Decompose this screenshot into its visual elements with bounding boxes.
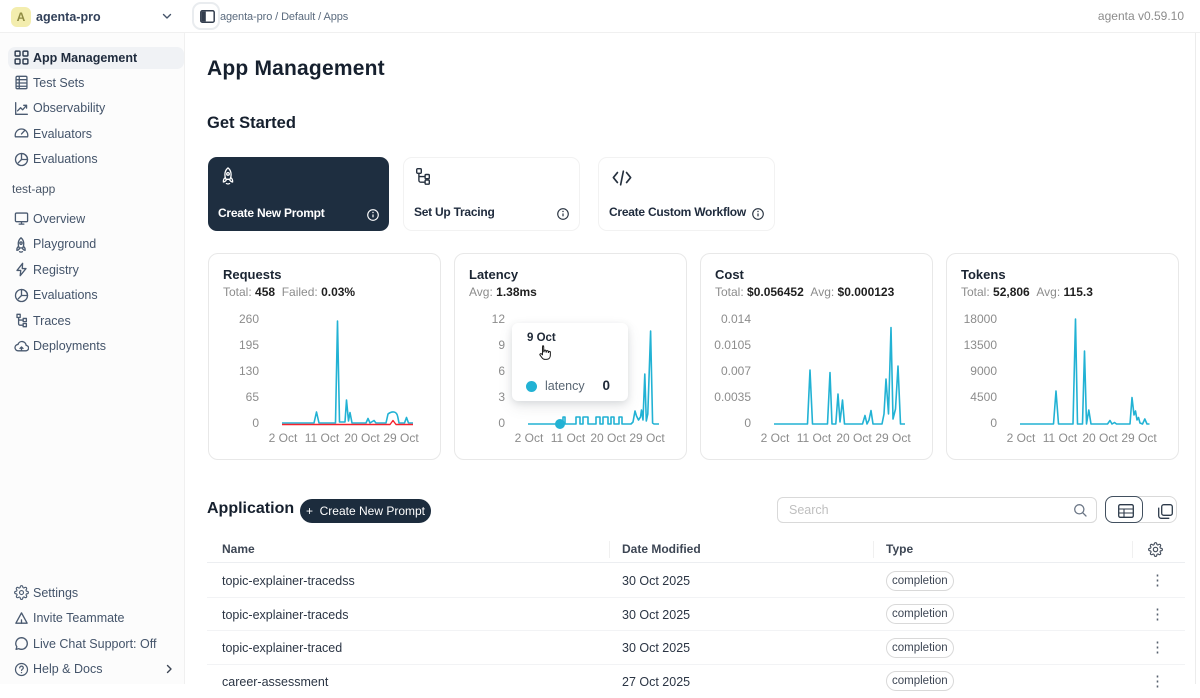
svg-text:3: 3: [498, 390, 505, 404]
svg-text:20 Oct: 20 Oct: [590, 431, 626, 445]
svg-text:20 Oct: 20 Oct: [836, 431, 872, 445]
svg-text:29 Oct: 29 Oct: [629, 431, 665, 445]
svg-text:29 Oct: 29 Oct: [1121, 431, 1157, 445]
svg-text:20 Oct: 20 Oct: [344, 431, 380, 445]
svg-text:4500: 4500: [970, 390, 997, 404]
svg-text:2 Oct: 2 Oct: [1007, 431, 1036, 445]
svg-text:130: 130: [239, 364, 259, 378]
svg-text:0.0105: 0.0105: [714, 338, 751, 352]
svg-text:0: 0: [990, 416, 997, 430]
svg-text:11 Oct: 11 Oct: [797, 431, 832, 445]
svg-text:9000: 9000: [970, 364, 997, 378]
svg-text:0: 0: [252, 416, 259, 430]
svg-text:9: 9: [498, 338, 505, 352]
svg-text:2 Oct: 2 Oct: [761, 431, 790, 445]
svg-text:11 Oct: 11 Oct: [1043, 431, 1078, 445]
svg-text:0.0035: 0.0035: [714, 390, 751, 404]
svg-text:29 Oct: 29 Oct: [875, 431, 911, 445]
svg-text:12: 12: [492, 312, 506, 326]
svg-text:11 Oct: 11 Oct: [551, 431, 586, 445]
svg-text:65: 65: [246, 390, 260, 404]
svg-text:6: 6: [498, 364, 505, 378]
svg-text:2 Oct: 2 Oct: [515, 431, 544, 445]
svg-text:2 Oct: 2 Oct: [269, 431, 298, 445]
svg-text:13500: 13500: [964, 338, 998, 352]
svg-text:195: 195: [239, 338, 259, 352]
svg-text:18000: 18000: [964, 312, 998, 326]
svg-text:0.014: 0.014: [721, 312, 751, 326]
svg-text:20 Oct: 20 Oct: [1082, 431, 1118, 445]
svg-text:0: 0: [498, 416, 505, 430]
svg-text:29 Oct: 29 Oct: [383, 431, 419, 445]
svg-text:11 Oct: 11 Oct: [305, 431, 340, 445]
svg-text:0.007: 0.007: [721, 364, 751, 378]
svg-text:0: 0: [744, 416, 751, 430]
svg-text:260: 260: [239, 312, 259, 326]
